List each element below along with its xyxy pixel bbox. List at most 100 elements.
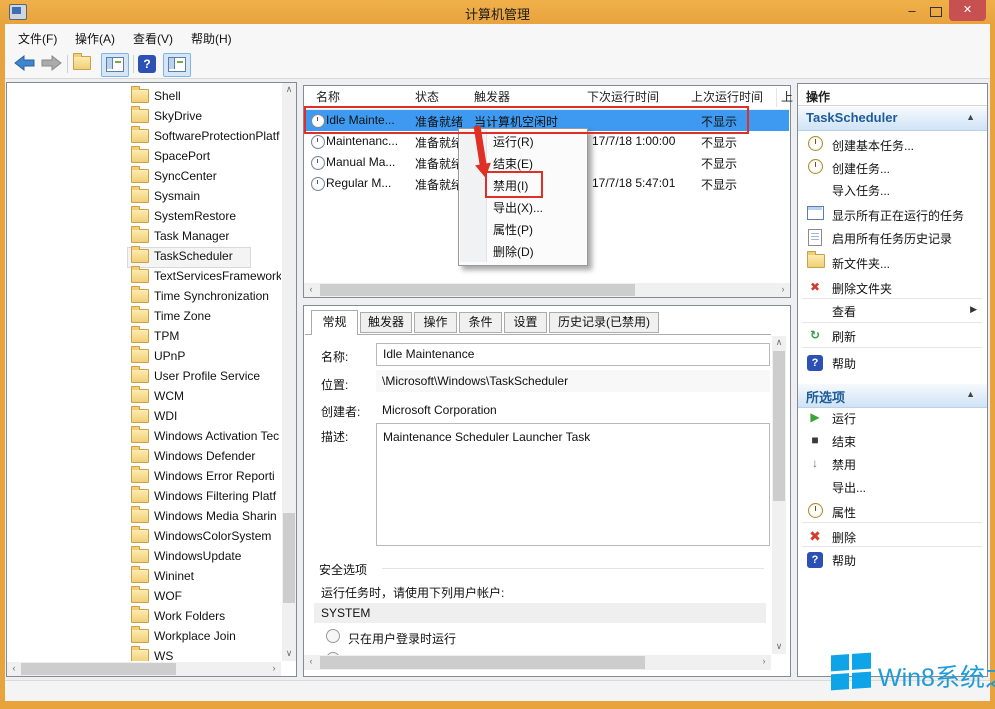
list-hscrollbar[interactable]: ‹ › (304, 283, 790, 297)
tab-history[interactable]: 历史记录(已禁用) (549, 312, 659, 333)
tree-item-shell[interactable]: Shell (7, 87, 277, 107)
tree-item-synccenter[interactable]: SyncCenter (7, 167, 277, 187)
tree-item-timezone[interactable]: Time Zone (7, 307, 277, 327)
tree-item-winupdate[interactable]: WindowsUpdate (7, 547, 277, 567)
action-import-task[interactable]: 导入任务... (798, 178, 987, 201)
section-selected-item[interactable]: 所选项 ▲ (798, 384, 987, 408)
tree-item-timesync[interactable]: Time Synchronization (7, 287, 277, 307)
list-hscroll-thumb[interactable] (320, 284, 635, 296)
action-new-folder[interactable]: 新文件夹... (798, 251, 987, 274)
tree-item-systemrestore[interactable]: SystemRestore (7, 207, 277, 227)
action-pane-toggle[interactable] (163, 53, 191, 77)
menu-end[interactable]: 结束(E) (493, 153, 533, 175)
props-hscroll-thumb[interactable] (320, 656, 645, 669)
tree-hscroll-thumb[interactable] (21, 663, 176, 675)
tree-item-softwareprotection[interactable]: SoftwareProtectionPlatf (7, 127, 277, 147)
help-button[interactable]: ? (138, 55, 164, 77)
scroll-up-icon[interactable]: ∧ (282, 83, 296, 97)
tab-settings[interactable]: 设置 (504, 312, 547, 333)
forward-button[interactable] (39, 53, 65, 75)
scroll-down-icon[interactable]: ∨ (282, 647, 296, 661)
tree-item-sysmain[interactable]: Sysmain (7, 187, 277, 207)
description-box[interactable]: Maintenance Scheduler Launcher Task (376, 423, 770, 546)
menu-file[interactable]: 文件(F) (18, 30, 57, 47)
scroll-left-icon[interactable]: ‹ (304, 283, 318, 297)
scroll-right-icon[interactable]: › (267, 662, 281, 676)
action-show-running-tasks[interactable]: 显示所有正在运行的任务 (798, 203, 987, 226)
menu-properties[interactable]: 属性(P) (493, 219, 533, 241)
tree-item-wdi[interactable]: WDI (7, 407, 277, 427)
col-lastresult[interactable]: 上 (781, 88, 793, 105)
scroll-left-icon[interactable]: ‹ (304, 655, 318, 669)
back-button[interactable] (13, 53, 39, 75)
menu-delete[interactable]: 删除(D) (493, 241, 534, 263)
action-help-selected[interactable]: ? 帮助 (798, 548, 987, 571)
minimize-button[interactable]: – (901, 3, 923, 20)
tab-general[interactable]: 常规 (311, 310, 358, 335)
menu-view[interactable]: 查看(V) (133, 30, 173, 47)
tree-item-winactivation[interactable]: Windows Activation Tec (7, 427, 277, 447)
scroll-right-icon[interactable]: › (776, 283, 790, 297)
tree-item-winfiltering[interactable]: Windows Filtering Platf (7, 487, 277, 507)
scroll-left-icon[interactable]: ‹ (7, 662, 21, 676)
tree-item-spaceport[interactable]: SpacePort (7, 147, 277, 167)
close-button[interactable]: ✕ (949, 0, 986, 21)
scroll-right-icon[interactable]: › (757, 655, 771, 669)
tree-item-textservices[interactable]: TextServicesFramework (7, 267, 277, 287)
tab-conditions[interactable]: 条件 (459, 312, 502, 333)
maximize-button[interactable] (925, 3, 947, 20)
menu-disable[interactable]: 禁用(I) (493, 175, 528, 197)
console-tree-toggle[interactable] (101, 53, 129, 77)
tab-triggers[interactable]: 触发器 (360, 312, 412, 333)
action-disable[interactable]: ↓ 禁用 (798, 452, 987, 475)
tree-item-winerrorreport[interactable]: Windows Error Reporti (7, 467, 277, 487)
col-lastrun[interactable]: 上次运行时间 (691, 88, 763, 105)
tree-item-workplacejoin[interactable]: Workplace Join (7, 627, 277, 647)
tree-hscrollbar[interactable]: ‹ › (7, 662, 281, 676)
tree-item-windefender[interactable]: Windows Defender (7, 447, 277, 467)
menu-run[interactable]: 运行(R) (493, 131, 534, 153)
tab-actions[interactable]: 操作 (414, 312, 457, 333)
props-vscroll-thumb[interactable] (773, 351, 785, 501)
action-delete-folder[interactable]: ✖ 删除文件夹 (798, 276, 987, 299)
section-taskscheduler[interactable]: TaskScheduler ▲ (798, 107, 987, 131)
action-run[interactable]: ▶ 运行 (798, 406, 987, 429)
col-trigger[interactable]: 触发器 (474, 88, 510, 105)
menu-export[interactable]: 导出(X)... (493, 197, 543, 219)
tree-item-wof[interactable]: WOF (7, 587, 277, 607)
action-create-basic-task[interactable]: 创建基本任务... (798, 133, 987, 156)
props-vscrollbar[interactable]: ∧ ∨ (772, 336, 786, 654)
action-view[interactable]: 查看 ▶ (798, 299, 987, 322)
tree-vscrollbar[interactable]: ∧ ∨ (282, 83, 296, 661)
collapse-icon[interactable]: ▲ (966, 389, 975, 399)
tree-item-wcm[interactable]: WCM (7, 387, 277, 407)
tree-vscroll-thumb[interactable] (283, 513, 295, 603)
tree-item-workfolders[interactable]: Work Folders (7, 607, 277, 627)
up-level-button[interactable] (73, 56, 99, 78)
col-name[interactable]: 名称 (316, 88, 340, 105)
action-help[interactable]: ? 帮助 (798, 351, 987, 374)
action-create-task[interactable]: 创建任务... (798, 156, 987, 179)
tree-item-wininet[interactable]: Wininet (7, 567, 277, 587)
column-divider[interactable] (776, 88, 777, 107)
action-enable-task-history[interactable]: 启用所有任务历史记录 (798, 226, 987, 249)
collapse-icon[interactable]: ▲ (966, 112, 975, 122)
tree-item-upnp[interactable]: UPnP (7, 347, 277, 367)
tree-item-taskmanager[interactable]: Task Manager (7, 227, 277, 247)
tree-item-tpm[interactable]: TPM (7, 327, 277, 347)
menu-help[interactable]: 帮助(H) (191, 30, 232, 47)
tree-item-wincolorsystem[interactable]: WindowsColorSystem (7, 527, 277, 547)
tree-item-taskscheduler[interactable]: TaskScheduler (7, 247, 277, 267)
scroll-down-icon[interactable]: ∨ (772, 640, 786, 654)
tree-item-winmediasharing[interactable]: Windows Media Sharin (7, 507, 277, 527)
scroll-up-icon[interactable]: ∧ (772, 336, 786, 350)
col-status[interactable]: 状态 (415, 88, 439, 105)
props-hscrollbar[interactable]: ‹ › (304, 655, 771, 670)
action-delete[interactable]: ✖ 删除 (798, 525, 987, 548)
action-refresh[interactable]: ↻ 刷新 (798, 324, 987, 347)
tree-item-ws[interactable]: WS (7, 647, 277, 661)
action-end[interactable]: ■ 结束 (798, 429, 987, 452)
tree-item-skydrive[interactable]: SkyDrive (7, 107, 277, 127)
tree-item-userprofile[interactable]: User Profile Service (7, 367, 277, 387)
col-nextrun[interactable]: 下次运行时间 (587, 88, 659, 105)
